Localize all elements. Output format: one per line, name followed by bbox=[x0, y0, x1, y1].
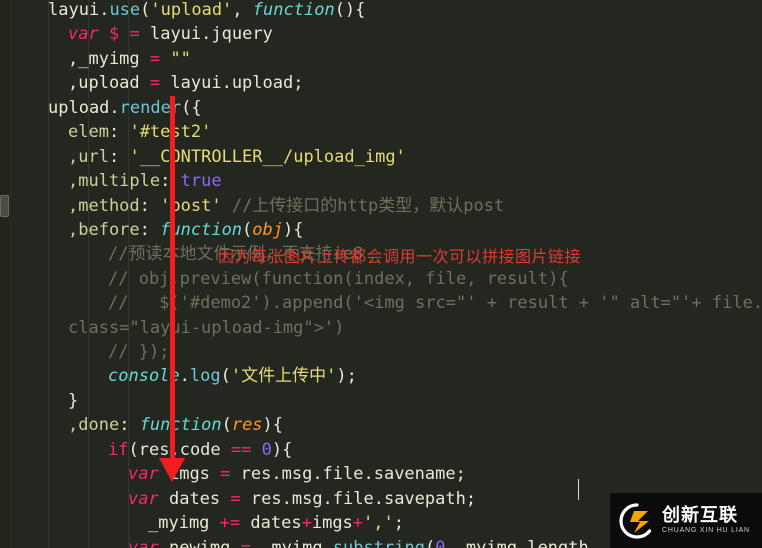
code-line-4[interactable]: ,upload = layui.upload; bbox=[0, 71, 303, 96]
code-line-2[interactable]: var $ = layui.jquery bbox=[0, 22, 273, 47]
watermark-name-en: CHUANG XIN HU LIAN bbox=[662, 526, 750, 534]
code-line-3[interactable]: ,_myimg = "" bbox=[0, 47, 191, 72]
code-line-10[interactable]: ,before: function(obj){ bbox=[0, 218, 304, 243]
text-caret bbox=[578, 479, 579, 500]
code-line-8[interactable]: ,multiple: true bbox=[0, 169, 222, 194]
code-line-22[interactable]: _myimg += dates+imgs+','; bbox=[0, 511, 404, 536]
watermark-name-cn: 创新互联 bbox=[662, 504, 738, 526]
watermark-text-block: 创新互联 CHUANG XIN HU LIAN bbox=[662, 504, 750, 536]
code-line-12[interactable]: // obj.preview(function(index, file, res… bbox=[0, 267, 569, 292]
cx-logo-icon bbox=[618, 502, 656, 540]
annotation-label: 因为每张图片上传都会调用一次可以拼接图片链接 bbox=[218, 247, 582, 266]
code-line-6[interactable]: elem: '#test2' bbox=[0, 120, 211, 145]
code-line-21[interactable]: var dates = res.msg.file.savepath; bbox=[0, 487, 476, 512]
code-line-9[interactable]: ,method: 'post' //上传接口的http类型，默认post bbox=[0, 194, 504, 219]
code-line-19[interactable]: if(res.code == 0){ bbox=[0, 438, 292, 463]
code-line-13[interactable]: // $('#demo2').append('<img src="' + res… bbox=[0, 291, 762, 316]
code-editor-view[interactable]: layui.use('upload', function(){ var $ = … bbox=[0, 0, 762, 548]
code-line-17[interactable]: } bbox=[0, 389, 78, 414]
annotation-arrow-head bbox=[159, 458, 185, 482]
code-line-16[interactable]: console.log('文件上传中'); bbox=[0, 364, 357, 389]
code-line-1[interactable]: layui.use('upload', function(){ bbox=[0, 0, 365, 23]
code-line-18[interactable]: ,done: function(res){ bbox=[0, 413, 283, 438]
code-line-20[interactable]: var imgs = res.msg.file.savename; bbox=[0, 462, 466, 487]
code-line-15[interactable]: // }); bbox=[0, 340, 169, 365]
code-content[interactable]: layui.use('upload', function(){ var $ = … bbox=[0, 0, 762, 548]
code-line-7[interactable]: ,url: '__CONTROLLER__/upload_img' bbox=[0, 145, 406, 170]
annotation-arrow-shaft bbox=[170, 96, 175, 462]
watermark-logo: 创新互联 CHUANG XIN HU LIAN bbox=[610, 493, 762, 548]
code-line-23[interactable]: var newimg = _myimg.substring(0,_myimg.l… bbox=[0, 536, 589, 548]
